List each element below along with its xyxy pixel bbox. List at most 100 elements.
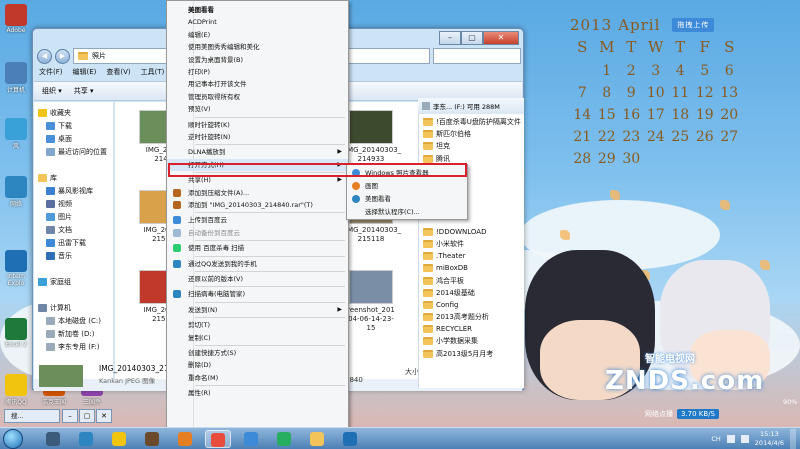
desktop-icon[interactable]: 腾讯QQ: [2, 374, 30, 406]
folder-item[interactable]: 斯匹尔伯格: [419, 128, 524, 140]
context-menu-item[interactable]: 美图看看: [167, 4, 348, 16]
folder-item[interactable]: !百度杀毒U盘防护隔离文件: [419, 116, 524, 128]
close-button[interactable]: ✕: [96, 409, 112, 423]
folder-item[interactable]: 小米软件: [419, 238, 524, 250]
calendar-day[interactable]: 24: [644, 126, 669, 148]
nav-item[interactable]: 收藏夹: [34, 106, 113, 119]
calendar-day[interactable]: 14: [570, 104, 595, 126]
nav-item[interactable]: 李东专用 (F:): [34, 340, 113, 353]
context-menu-item[interactable]: 设置为桌面背景(B): [167, 54, 348, 66]
start-button[interactable]: [3, 429, 23, 449]
folder-icon[interactable]: [304, 430, 330, 448]
firefox-icon[interactable]: [172, 430, 198, 448]
menu-item[interactable]: 查看(V): [106, 67, 130, 81]
calendar-day[interactable]: 1: [595, 60, 620, 82]
folder-item[interactable]: !DDOWNLOAD: [419, 226, 524, 238]
file-thumbnail[interactable]: reenshot_201 04-06-14-23- 15: [345, 270, 397, 333]
context-menu-item[interactable]: 创建快捷方式(S): [167, 347, 348, 359]
calendar-day[interactable]: 28: [570, 148, 595, 170]
nav-item[interactable]: 最近访问的位置: [34, 145, 113, 158]
context-menu-item[interactable]: 复制(C): [167, 332, 348, 344]
calendar-day[interactable]: 30: [619, 148, 644, 170]
desktop-icon[interactable]: Excel 2: [2, 318, 30, 348]
folder-item[interactable]: 鸿合平板: [419, 274, 524, 286]
desktop-icon[interactable]: Intern Explo: [2, 250, 30, 287]
context-menu-item[interactable]: 通过QQ发送到我的手机: [167, 258, 348, 270]
folder-item[interactable]: miBoxDB: [419, 262, 524, 274]
calendar-day[interactable]: 20: [717, 104, 742, 126]
taskbar-preview-tab[interactable]: 搜...: [4, 409, 60, 423]
back-button[interactable]: ◀: [37, 48, 52, 64]
folder-item[interactable]: 2014级基础: [419, 287, 524, 299]
monster-icon[interactable]: [139, 430, 165, 448]
context-menu-item[interactable]: 删除(D): [167, 359, 348, 371]
context-menu-item[interactable]: 上传到百度云: [167, 214, 348, 226]
calendar-day[interactable]: 27: [717, 126, 742, 148]
calendar-day[interactable]: 4: [668, 60, 693, 82]
nav-item[interactable]: 暴风影视库: [34, 184, 113, 197]
nav-item[interactable]: 新加卷 (D:): [34, 327, 113, 340]
minimize-button[interactable]: –: [62, 409, 78, 423]
desktop-icon[interactable]: Adobe: [2, 4, 30, 34]
calendar-day[interactable]: 21: [570, 126, 595, 148]
search-input[interactable]: [433, 48, 521, 64]
calendar-day[interactable]: 17: [644, 104, 669, 126]
forward-button[interactable]: ▶: [55, 48, 70, 64]
desktop-icon[interactable]: 风: [2, 118, 30, 150]
calendar-day[interactable]: 10: [644, 82, 669, 104]
context-menu-item[interactable]: 扫描病毒(电脑管家): [167, 288, 348, 300]
maximize-button[interactable]: ▢: [461, 31, 483, 45]
nav-item[interactable]: 文档: [34, 223, 113, 236]
ie-icon[interactable]: [106, 430, 132, 448]
cmd-icon[interactable]: [40, 430, 66, 448]
nav-item[interactable]: 视频: [34, 197, 113, 210]
submenu-item[interactable]: 选择默认程序(C)...: [347, 206, 467, 218]
nav-item[interactable]: 库: [34, 171, 113, 184]
calendar-day[interactable]: 16: [619, 104, 644, 126]
nav-item[interactable]: 家庭组: [34, 275, 113, 288]
nav-item[interactable]: 图片: [34, 210, 113, 223]
cloud-icon[interactable]: [238, 430, 264, 448]
upload-button[interactable]: 拖拽上传: [672, 18, 715, 32]
file-thumbnail[interactable]: IMG_20140303_ 214933: [345, 110, 401, 164]
calendar-day[interactable]: 8: [595, 82, 620, 104]
context-menu-item[interactable]: 编辑(E): [167, 29, 348, 41]
context-menu-item[interactable]: 顺时针旋转(K): [167, 119, 348, 131]
minimize-button[interactable]: –: [439, 31, 461, 45]
calendar-day[interactable]: 5: [693, 60, 718, 82]
folder-item[interactable]: RECYCLER: [419, 323, 524, 335]
calendar-day[interactable]: 7: [570, 82, 595, 104]
speedtest-icon[interactable]: [73, 430, 99, 448]
calendar-day[interactable]: 2: [619, 60, 644, 82]
folder-item[interactable]: .Theater: [419, 250, 524, 262]
nav-item[interactable]: 下载: [34, 119, 113, 132]
desktop-icon[interactable]: 计算机: [2, 62, 30, 94]
tool-icon[interactable]: [271, 430, 297, 448]
context-menu-item[interactable]: 发送到(N) ▶: [167, 304, 348, 316]
calendar-day[interactable]: 3: [644, 60, 669, 82]
context-menu-item[interactable]: 还原以前的版本(V): [167, 273, 348, 285]
context-menu-item[interactable]: 剪切(T): [167, 319, 348, 331]
context-menu-item[interactable]: DLNA播放到 ▶: [167, 146, 348, 158]
folder-item[interactable]: 2013高考题分析: [419, 311, 524, 323]
calendar-day[interactable]: 11: [668, 82, 693, 104]
submenu-item[interactable]: 美图看看: [347, 193, 467, 205]
calendar-day[interactable]: 29: [595, 148, 620, 170]
folder-item[interactable]: 高2013级5月月考: [419, 348, 524, 360]
ime-indicator[interactable]: CH: [711, 435, 720, 443]
win-icon[interactable]: [337, 430, 363, 448]
calendar-day[interactable]: 26: [693, 126, 718, 148]
menu-item[interactable]: 文件(F): [39, 67, 63, 81]
clock[interactable]: 15:13 2014/4/6: [755, 430, 784, 448]
toolbar-button[interactable]: 共享 ▾: [74, 86, 94, 96]
context-menu-item[interactable]: 添加到压缩文件(A)...: [167, 187, 348, 199]
calendar-day[interactable]: 25: [668, 126, 693, 148]
menu-item[interactable]: 编辑(E): [73, 67, 97, 81]
calendar-day[interactable]: 6: [717, 60, 742, 82]
context-menu-item[interactable]: 用记事本打开该文件: [167, 78, 348, 90]
context-menu-item[interactable]: ACDPrint: [167, 16, 348, 28]
context-menu-item[interactable]: 逆时针旋转(N): [167, 131, 348, 143]
calendar-day[interactable]: 19: [693, 104, 718, 126]
calendar-day[interactable]: 9: [619, 82, 644, 104]
context-menu-item[interactable]: 添加到 "IMG_20140303_214840.rar"(T): [167, 199, 348, 211]
